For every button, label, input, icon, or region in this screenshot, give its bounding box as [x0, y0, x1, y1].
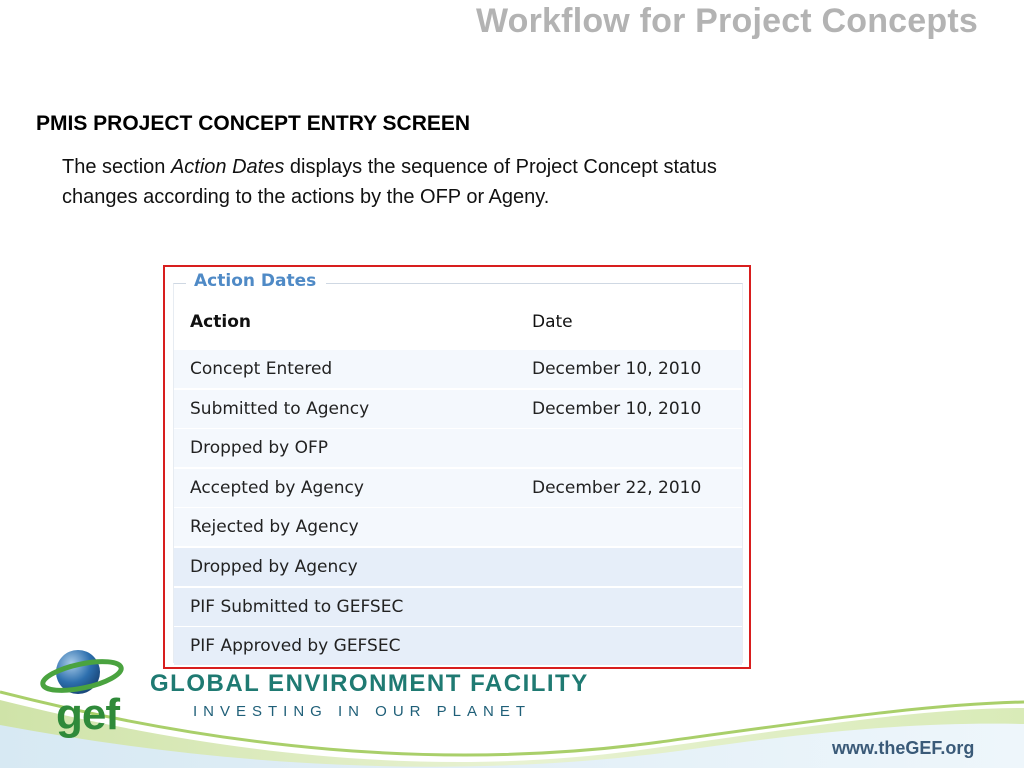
- date-cell: December 22, 2010: [532, 477, 702, 498]
- action-cell: Dropped by Agency: [190, 556, 358, 577]
- table-row: Concept Entered December 10, 2010: [174, 350, 742, 388]
- action-dates-legend: Action Dates: [186, 271, 327, 291]
- column-header-action: Action: [190, 312, 251, 332]
- description-prefix: The section: [62, 156, 171, 178]
- date-cell: December 10, 2010: [532, 398, 702, 419]
- action-cell: Accepted by Agency: [190, 477, 364, 498]
- action-dates-highlight-frame: Action Dates Action Date Concept Entered…: [163, 265, 751, 669]
- description-emphasis: Action Dates: [170, 156, 285, 178]
- organization-name: GLOBAL ENVIRONMENT FACILITY: [150, 670, 589, 697]
- action-cell: Concept Entered: [190, 359, 333, 379]
- action-cell: Rejected by Agency: [190, 517, 359, 538]
- section-heading: PMIS PROJECT CONCEPT ENTRY SCREEN: [36, 112, 471, 135]
- column-header-date: Date: [532, 312, 573, 332]
- table-row: Dropped by OFP: [174, 429, 742, 468]
- table-row: Submitted to Agency December 10, 2010: [174, 389, 742, 428]
- action-cell: Dropped by OFP: [190, 438, 329, 459]
- table-row: Accepted by Agency December 22, 2010: [174, 468, 742, 507]
- table-header: Action Date: [174, 312, 742, 348]
- table-row: Rejected by Agency: [174, 508, 742, 547]
- organization-tagline: INVESTING IN OUR PLANET: [193, 703, 532, 720]
- logo-text: gef: [56, 690, 120, 739]
- action-cell: Submitted to Agency: [190, 398, 370, 419]
- date-cell: December 10, 2010: [532, 359, 702, 379]
- table-row: Dropped by Agency: [174, 547, 742, 586]
- action-dates-panel: Action Dates Action Date Concept Entered…: [173, 271, 743, 666]
- action-dates-table: Concept Entered December 10, 2010 Submitt…: [174, 350, 742, 667]
- website-link[interactable]: www.theGEF.org: [832, 738, 974, 759]
- action-cell: PIF Submitted to GEFSEC: [190, 596, 404, 617]
- table-row: PIF Submitted to GEFSEC: [174, 587, 742, 626]
- slide-title: Workflow for Project Concepts: [475, 2, 978, 40]
- description-text: The section Action Dates displays the se…: [62, 152, 782, 212]
